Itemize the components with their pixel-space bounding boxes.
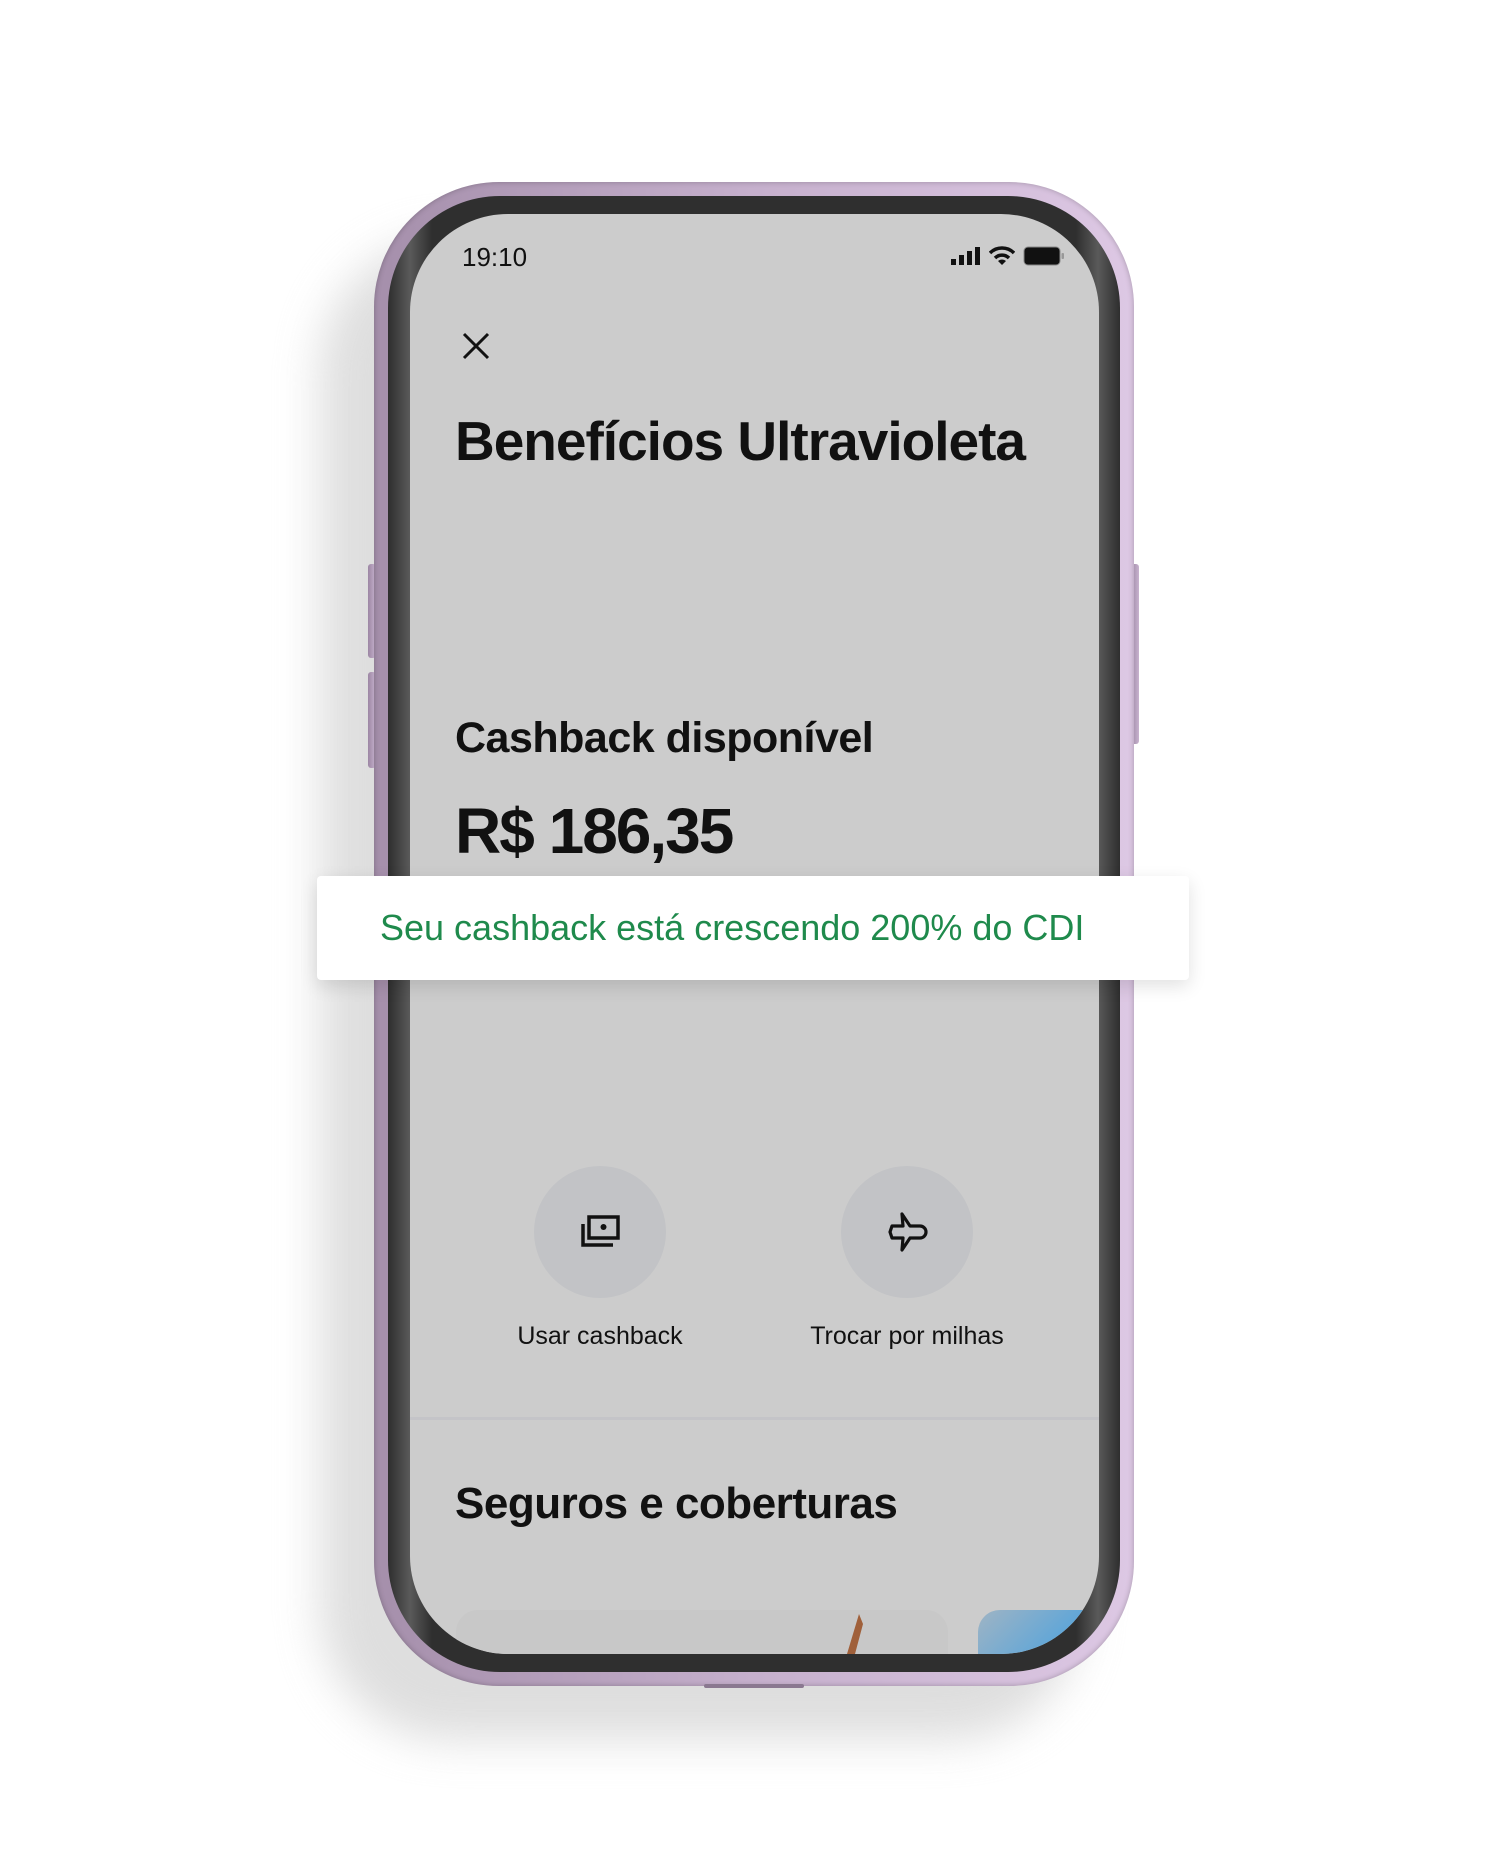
insurance-card[interactable] (978, 1610, 1099, 1654)
section-title: Seguros e coberturas (455, 1479, 898, 1528)
wifi-icon (989, 246, 1015, 265)
signal-icon (951, 247, 980, 265)
use-cashback-circle[interactable] (534, 1166, 666, 1298)
insurance-card[interactable] (456, 1610, 948, 1654)
airplane-icon (888, 1212, 928, 1252)
page-title: Benefícios Ultravioleta (455, 410, 1026, 472)
person-hand-image (847, 1614, 863, 1654)
exchange-miles-label: Trocar por milhas (810, 1322, 1004, 1350)
phone-port (704, 1684, 804, 1688)
cashback-amount: R$ 186,35 (455, 795, 734, 867)
use-cashback-button[interactable]: Usar cashback (470, 1166, 730, 1351)
cdi-growth-banner: Seu cashback está crescendo 200% do CDI (317, 876, 1189, 980)
cdi-growth-text: Seu cashback está crescendo 200% do CDI (380, 907, 1085, 948)
status-time: 19:10 (462, 242, 528, 272)
exchange-miles-circle[interactable] (841, 1166, 973, 1298)
status-icons (951, 246, 1065, 266)
close-icon[interactable] (460, 330, 492, 362)
battery-icon (1023, 246, 1064, 266)
cash-stack-icon (581, 1215, 620, 1247)
section-divider (410, 1417, 1099, 1420)
cashback-label: Cashback disponível (455, 714, 874, 762)
use-cashback-label: Usar cashback (517, 1322, 683, 1350)
exchange-miles-button[interactable]: Trocar por milhas (777, 1166, 1037, 1351)
